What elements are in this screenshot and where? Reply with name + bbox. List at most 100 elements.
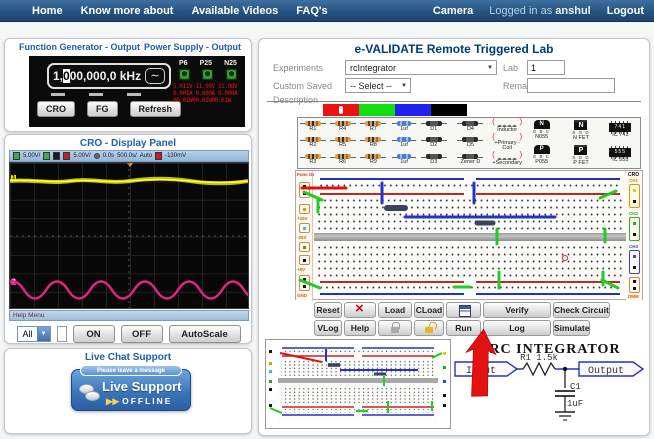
tray-component[interactable]: R3 [298,152,328,169]
ps-reading: 5.011V 11.99V 11.98V [173,83,238,90]
autoscale-button[interactable]: AutoScale [168,325,241,343]
ps-button-n25[interactable] [225,69,237,80]
tray-component[interactable]: R9 [357,152,389,169]
action-button[interactable]: Simulate [553,320,591,336]
chevron-down-icon: ▼ [401,82,407,89]
tray-component[interactable]: Inductor [492,117,522,135]
component-icon [360,154,387,159]
tray-transistor[interactable]: NE B C N055 [533,120,550,141]
action-button[interactable]: CLoad [414,302,444,318]
ch1-marker-icon [13,152,20,160]
ps-reading: 0.001A 0.000A 0.000A [173,90,238,97]
fg-button[interactable]: CRO [37,101,75,117]
off-button[interactable]: OFF [120,325,163,343]
tray-ic[interactable]: 555 IC 555 [609,145,632,164]
ic-chip-icon: 555 [609,145,632,159]
experiment-select[interactable]: rcIntegrator ▼ [345,60,497,75]
tray-component[interactable]: 1uf [389,135,419,152]
action-button[interactable] [344,300,376,318]
tray-component[interactable]: R5 [328,135,358,152]
ps-button-p25[interactable] [202,69,214,80]
tray-component[interactable]: R2 [298,135,328,152]
resistor-label: R1 1.5k [520,353,558,363]
action-button[interactable]: Help [344,320,376,336]
wire-color-red[interactable] [323,104,359,116]
tray-component[interactable]: R1 [298,118,328,135]
wire-color-green[interactable] [359,104,395,116]
logout-link[interactable]: Logout [607,5,644,17]
chevron-down-icon: ▼ [36,327,50,341]
channel-select[interactable]: All ▼ [17,326,51,342]
tray-fet[interactable]: NS G DN FET [572,119,589,142]
tray-component[interactable]: D4 [449,118,493,135]
username: anshul [555,4,591,17]
digit-cursor: 0 [63,69,70,83]
frequency-display: 1,000,000,0 kHz ∼ [47,63,171,89]
tray-component[interactable]: D5 [449,135,493,152]
tray-component[interactable]: R6 [328,152,358,169]
tray-component[interactable]: +Primary - Coil [492,132,522,152]
main-lab-panel: e-VALIDATE Remote Triggered Lab Experime… [258,38,650,436]
tray-component[interactable]: R7 [357,118,389,135]
breadboard[interactable]: Func Gen +25V -25V +6V GND CRO CH1 CH2 C… [295,170,643,301]
tray-component[interactable]: R8 [357,135,389,152]
experiments-label: Experiments [273,63,324,73]
custom-saved-label: Custom Saved [273,81,333,91]
display-soft-labels [51,93,161,96]
tray-component[interactable]: D1 [419,118,449,135]
action-button[interactable]: Check Circuit [553,302,610,318]
action-button[interactable]: Load [378,302,412,318]
action-button[interactable]: VLog [314,320,342,336]
description-label: Description [273,95,319,105]
help-menu-bar[interactable]: Help Menu [9,310,249,321]
tray-component[interactable]: 1uf [389,118,419,135]
tray-component[interactable]: D2 [419,135,449,152]
nav-link[interactable]: FAQ's [296,5,327,17]
tray-ic[interactable]: 741 IC 741 [609,120,632,139]
nav-link[interactable]: Available Videos [191,5,278,17]
breadboard-right-pins: CRO CH1 CH2 CH3 DMM [625,171,642,301]
action-button[interactable]: Verify [483,302,551,318]
top-nav: Home Know more about Available Videos FAQ's… [0,0,654,22]
live-chat-panel: Live Chat Support Please leave a message… [4,348,252,434]
wire-color-blue[interactable] [395,104,431,116]
custom-saved-select[interactable]: -- Select -- ▼ [345,78,411,93]
double-arrow-icon: ▶▶ [106,396,120,406]
component-icon [420,137,447,143]
ps-channel-label: N25 [224,60,237,67]
camera-link[interactable]: Camera [433,5,473,17]
action-button[interactable] [446,302,481,318]
nav-link[interactable]: Home [32,5,63,17]
component-icon [392,137,417,143]
on-button[interactable]: ON [72,325,115,343]
live-support-badge[interactable]: Please leave a message Live Support ▶▶ OF… [71,365,191,411]
tray-component[interactable]: R4 [328,118,358,135]
divider [267,101,641,102]
nav-links: Home Know more about Available Videos FAQ's [32,5,328,17]
tray-fet[interactable]: PS G DP FET [572,144,589,167]
action-button[interactable] [378,320,412,336]
lab-input[interactable] [527,60,565,75]
function-generator-panel: Function Generator - Output Power Supply… [4,38,252,132]
tray-component[interactable]: 1uf [389,152,419,169]
ps-button-p6[interactable] [179,69,191,80]
channel-value-input[interactable] [56,326,67,342]
tray-component[interactable]: Zener D [449,152,493,169]
wire-color-black[interactable] [431,104,467,116]
tray-component[interactable]: +Secondary [492,150,522,169]
tray-component[interactable]: D3 [419,152,449,169]
run-pointer-arrow-icon [465,328,497,397]
nav-link[interactable]: Know more about [81,5,174,17]
output-label: Output [588,366,624,377]
component-icon [420,120,447,126]
ch2-marker-icon [43,152,51,160]
tray-transistor[interactable]: PE B C P055 [533,145,550,166]
action-button[interactable]: Reset [314,302,342,318]
fet-icon: P [574,144,588,155]
remark-input[interactable] [527,78,615,93]
action-button[interactable] [414,320,444,336]
fg-button[interactable]: FG [87,101,118,117]
breadboard-grid[interactable] [314,173,626,299]
component-icon [457,154,484,159]
component-icon [299,120,326,126]
